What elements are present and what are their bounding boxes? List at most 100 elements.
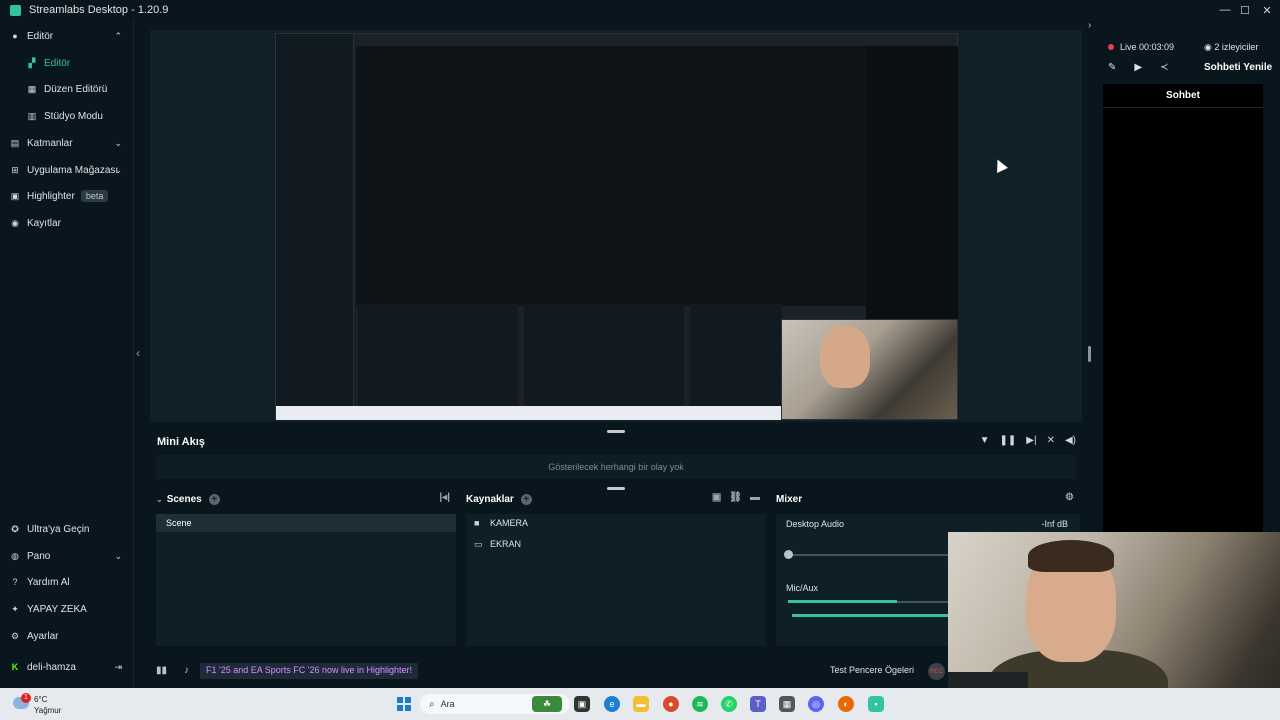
record-button[interactable]: REC: [928, 663, 945, 680]
discord-icon[interactable]: ◎: [808, 696, 824, 712]
skip-icon[interactable]: ▶|: [1026, 435, 1036, 446]
filter-icon[interactable]: ▼: [980, 435, 990, 446]
channel-db: -Inf dB: [1041, 519, 1068, 529]
sidebar-item-label: Ayarlar: [27, 630, 59, 642]
sidebar-item-layout-editor[interactable]: ▦ Düzen Editörü: [0, 78, 134, 100]
volume-icon[interactable]: ◀): [1065, 435, 1076, 446]
resize-handle-right[interactable]: [1088, 346, 1091, 362]
close-button[interactable]: ✕: [1256, 0, 1278, 20]
sources-header: Kaynaklar + ▣ ⛓ ▬: [466, 490, 766, 508]
minimize-button[interactable]: —: [1214, 0, 1236, 20]
add-source-button[interactable]: +: [520, 493, 532, 505]
mute-alerts-icon[interactable]: ✕: [1047, 435, 1055, 446]
sidebar-item-label: Kayıtlar: [27, 217, 61, 229]
teams-icon[interactable]: T: [750, 696, 766, 712]
mixer-tools: ⚙: [1065, 492, 1074, 503]
volume-slider-knob[interactable]: [784, 550, 793, 559]
grid-icon: ▦: [27, 83, 37, 94]
widgets-icon[interactable]: ☘: [532, 696, 562, 712]
refresh-chat-button[interactable]: Sohbeti Yenile: [1204, 62, 1272, 73]
edge-icon[interactable]: e: [604, 696, 620, 712]
bell-icon[interactable]: ♪: [184, 665, 189, 676]
list-item[interactable]: ■ KAMERA: [474, 514, 528, 532]
browser-icon[interactable]: ◐: [838, 696, 854, 712]
sidebar-item-editor[interactable]: ▞ Editör: [0, 52, 134, 74]
scenes-list: Scene: [156, 514, 456, 646]
preview-webcam-face: [820, 326, 870, 388]
edit-icon[interactable]: ✎: [1108, 62, 1116, 73]
live-status: Live 00:03:09: [1108, 42, 1174, 52]
sidebar-item-settings[interactable]: ⚙ Ayarlar: [0, 625, 134, 647]
studio-icon: ▥: [27, 110, 37, 121]
chevron-right-icon[interactable]: ›: [1088, 20, 1091, 31]
calculator-icon[interactable]: ▦: [779, 696, 795, 712]
add-scene-button[interactable]: +: [208, 493, 220, 505]
folder-icon[interactable]: ▬: [750, 492, 760, 503]
notification-badge: 1: [21, 693, 31, 703]
scenes-tools: |◂|: [439, 492, 450, 503]
preview-capture-sidebar: [276, 34, 354, 420]
left-sidebar: ● Editör ⌃ ▞ Editör ▦ Düzen Editörü ▥ St…: [0, 20, 134, 688]
sidebar-item-ai[interactable]: ✦ YAPAY ZEKA: [0, 598, 134, 620]
preview-capture-scenes: [358, 304, 518, 408]
gear-icon[interactable]: ⚙: [1065, 492, 1074, 503]
chat-tools: ✎ ▶ ≺: [1108, 62, 1168, 73]
live-dot-icon: [1108, 44, 1114, 50]
ai-icon: ✦: [11, 603, 19, 614]
chrome-icon[interactable]: ●: [663, 696, 679, 712]
sidebar-item-highlighter[interactable]: ▣ Highlighter beta: [0, 185, 134, 207]
webcam-hair: [1028, 540, 1114, 572]
clip-icon[interactable]: ▶: [1134, 62, 1142, 73]
test-widgets-button[interactable]: Test Pencere Ögeleri: [830, 665, 914, 675]
divider: [1103, 107, 1263, 108]
file-explorer-icon[interactable]: ▬: [633, 696, 649, 712]
sidebar-item-dashboard[interactable]: ◍ Pano ⌄: [0, 545, 134, 567]
sidebar-item-recordings[interactable]: ◉ Kayıtlar: [0, 212, 134, 234]
list-item[interactable]: ▭ EKRAN: [474, 535, 521, 553]
sidebar-item-help[interactable]: ? Yardım Al: [0, 571, 134, 593]
sources-list: ■ KAMERA ▭ EKRAN: [466, 514, 766, 646]
link-icon[interactable]: ⛓: [729, 492, 742, 503]
sidebar-item-ultra[interactable]: ✪ Ultra'ya Geçin: [0, 518, 134, 540]
camera-icon: ■: [474, 518, 480, 528]
volume-fill: [788, 600, 897, 603]
group-icon[interactable]: ▣: [712, 492, 721, 503]
temperature: 6°C: [34, 695, 48, 704]
task-view-icon[interactable]: ▣: [574, 696, 590, 712]
sources-tools: ▣ ⛓ ▬: [712, 492, 760, 503]
mixer-title: Mixer: [776, 493, 803, 505]
chart-icon[interactable]: ▮▮: [156, 665, 167, 676]
sidebar-item-layers[interactable]: ▤ Katmanlar ⌄: [0, 132, 134, 154]
promo-banner[interactable]: F1 '25 and EA Sports FC '26 now live in …: [200, 663, 419, 679]
windows-start-icon[interactable]: [397, 697, 411, 711]
share-icon[interactable]: ≺: [1160, 62, 1168, 73]
sidebar-item-label: Yardım Al: [27, 576, 70, 588]
list-item[interactable]: Scene: [156, 514, 456, 532]
editor-icon: ▞: [28, 57, 36, 68]
scenes-header: ⌄ Scenes + |◂|: [156, 490, 456, 508]
sidebar-item-studio-mode[interactable]: ▥ Stüdyo Modu: [0, 105, 134, 127]
sidebar-item-editor-group[interactable]: ● Editör ⌃: [0, 25, 134, 47]
windows-taskbar: 1 6°C Yağmur ⌕ Ara ☘ ▣ e ▬ ● ≋ ✆ T ▦ ◎ ◐…: [0, 688, 1280, 720]
preview-capture-sources: [524, 304, 684, 408]
pause-icon[interactable]: ❚❚: [1000, 435, 1017, 446]
chevron-up-icon: ⌃: [114, 30, 122, 41]
window-title: Streamlabs Desktop - 1.20.9: [29, 4, 169, 16]
chevron-down-icon[interactable]: ⌄: [156, 495, 163, 504]
sidebar-item-label: Katmanlar: [27, 137, 73, 149]
spotify-icon[interactable]: ≋: [692, 696, 708, 712]
level-meter: [792, 614, 953, 617]
maximize-button[interactable]: ☐: [1234, 0, 1256, 20]
scene-transition-icon[interactable]: |◂|: [439, 492, 450, 503]
sidebar-item-label: Düzen Editörü: [44, 83, 108, 95]
streamlabs-taskbar-icon[interactable]: ▪: [868, 696, 884, 712]
sidebar-item-app-store[interactable]: ⊞ Uygulama Mağazası ⌄: [0, 159, 134, 181]
dashboard-icon: ◍: [11, 550, 19, 561]
whatsapp-icon[interactable]: ✆: [721, 696, 737, 712]
streamlabs-logo-icon: [10, 4, 21, 16]
sidebar-item-account[interactable]: K deli-hamza ⇥: [0, 656, 134, 678]
chat-window[interactable]: Sohbet: [1103, 84, 1263, 532]
collapse-left-icon[interactable]: ‹: [136, 346, 140, 360]
kick-icon: K: [11, 662, 19, 672]
layers-icon: ▤: [10, 137, 20, 148]
